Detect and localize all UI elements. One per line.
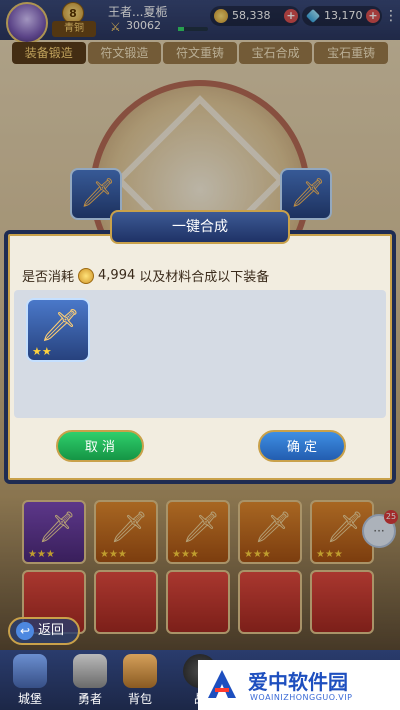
game-screen: 8 青铜 王者...夏栀 ⚔ 30062 58,338 + 13,170 + ⋮… <box>0 0 400 710</box>
dialog-title: 一键合成 <box>110 210 290 244</box>
castle-icon <box>13 654 47 688</box>
cost-value: 4,994 <box>98 268 136 283</box>
helmet-icon <box>73 654 107 688</box>
nav-castle-label: 城堡 <box>17 692 42 706</box>
gold-coin-icon <box>78 267 95 284</box>
nav-bag-label: 背包 <box>127 692 152 706</box>
confirm-button[interactable]: 确 定 <box>258 430 346 462</box>
sword-icon: 🗡 <box>40 306 81 344</box>
bag-icon <box>123 654 157 688</box>
dialog-message: 是否消耗 4,994 以及材料合成以下装备 <box>22 266 269 285</box>
nav-bag[interactable]: 背包 <box>110 650 170 710</box>
message-prefix: 是否消耗 <box>22 270 75 285</box>
watermark-title: 爱中软件园 <box>248 670 348 694</box>
nav-castle[interactable]: 城堡 <box>0 650 60 710</box>
back-button[interactable]: ↩ 返回 <box>8 617 80 645</box>
watermark: 爱中软件园 WOAINIZHONGGUO.VIP <box>198 660 400 710</box>
back-label: 返回 <box>38 623 65 638</box>
cancel-button[interactable]: 取 消 <box>56 430 144 462</box>
back-arrow-icon: ↩ <box>16 622 34 640</box>
watermark-logo <box>208 670 236 698</box>
result-item[interactable]: 🗡 ★★ <box>26 298 90 362</box>
watermark-subtitle: WOAINIZHONGGUO.VIP <box>250 693 353 702</box>
item-stars: ★★ <box>32 345 52 358</box>
message-suffix: 以及材料合成以下装备 <box>139 270 270 285</box>
